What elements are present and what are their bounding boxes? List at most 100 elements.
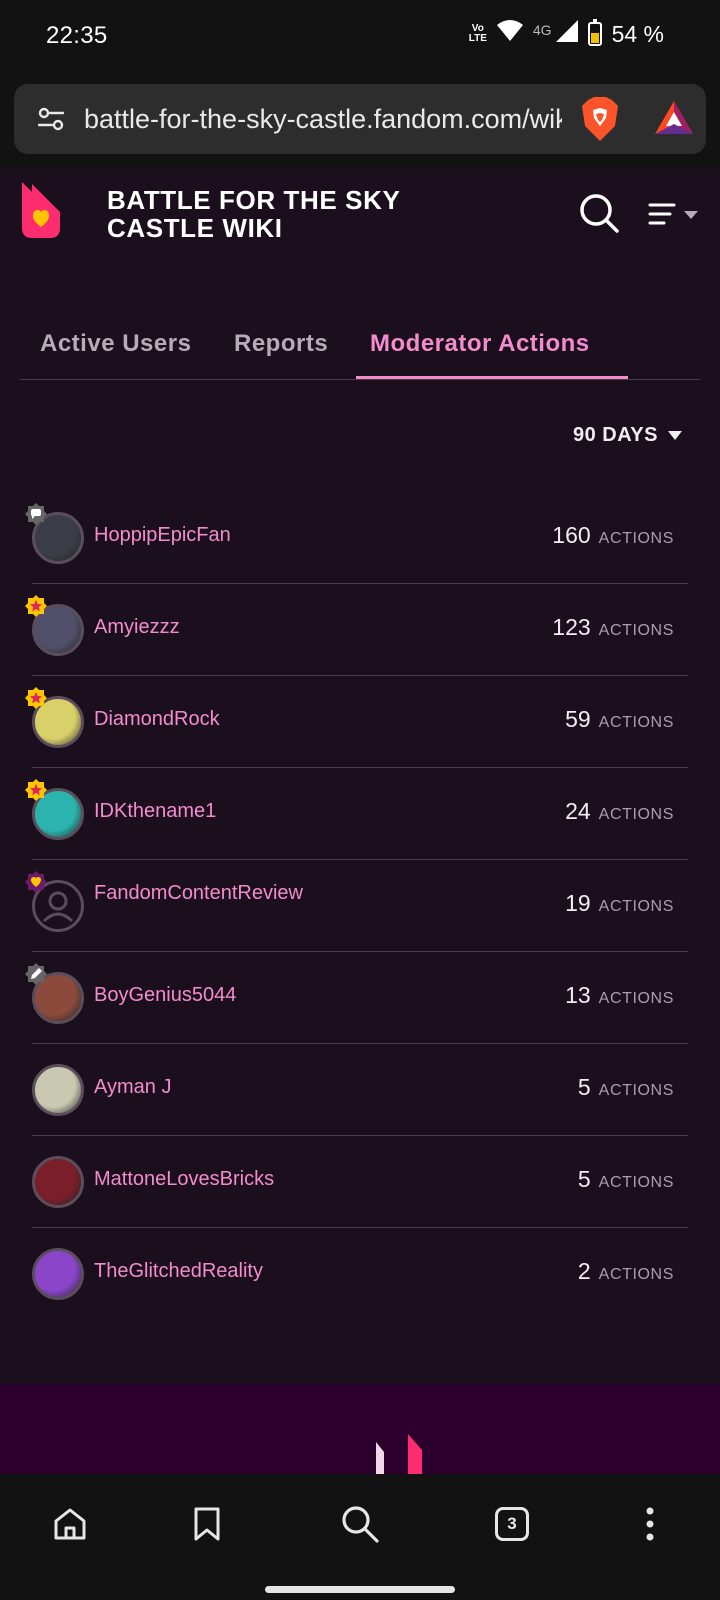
fandom-footer-logo-icon <box>372 1434 432 1479</box>
home-button[interactable] <box>40 1494 100 1554</box>
status-time: 22:35 <box>46 22 108 49</box>
action-count-number: 2 <box>577 1258 591 1284</box>
battery-icon <box>587 19 602 46</box>
username-link[interactable]: DiamondRock <box>94 706 304 732</box>
chevron-down-icon <box>684 211 698 219</box>
action-count: 19 ACTIONS <box>565 890 674 917</box>
period-label: 90 DAYS <box>572 424 658 446</box>
admin-star-icon <box>24 594 48 618</box>
more-menu-button[interactable] <box>620 1494 680 1554</box>
action-count-number: 13 <box>565 982 591 1008</box>
bookmark-icon <box>194 1507 220 1541</box>
wifi-icon <box>496 20 523 48</box>
tab-moderator-actions[interactable]: Moderator Actions <box>370 330 590 358</box>
list-item[interactable]: MattoneLovesBricks 5 ACTIONS <box>32 1136 688 1228</box>
home-icon <box>54 1508 86 1540</box>
signal-icon <box>555 20 578 48</box>
action-count-number: 24 <box>565 798 591 824</box>
list-item[interactable]: DiamondRock 59 ACTIONS <box>25 676 688 768</box>
action-count-number: 123 <box>552 614 591 640</box>
screen: 22:35 Vo LTE 4G 54 % battle-for-the-sky-c… <box>0 0 720 1600</box>
action-count-number: 5 <box>577 1074 591 1100</box>
list-item[interactable]: IDKthename1 24 ACTIONS <box>25 768 688 860</box>
gesture-bar <box>265 1586 455 1593</box>
brave-shields-icon[interactable] <box>580 96 620 147</box>
wiki-menu-button[interactable] <box>648 202 698 228</box>
username-link[interactable]: FandomContentReview <box>94 880 304 906</box>
list-item[interactable]: Ayman J 5 ACTIONS <box>32 1044 688 1136</box>
period-dropdown[interactable]: 90 DAYS <box>573 424 682 447</box>
url-text[interactable]: battle-for-the-sky-castle.fandom.com/wik… <box>84 104 562 135</box>
action-count-number: 59 <box>565 706 591 732</box>
volte-indicator: Vo LTE <box>468 23 487 44</box>
avatar[interactable] <box>32 1064 84 1116</box>
hamburger-icon <box>648 203 676 225</box>
action-count: 59 ACTIONS <box>565 706 674 733</box>
action-count-label: ACTIONS <box>598 806 674 823</box>
tab-count-badge: 3 <box>495 1507 529 1541</box>
browser-toolbar: battle-for-the-sky-castle.fandom.com/wik… <box>0 72 720 168</box>
tabs-button[interactable]: 3 <box>482 1494 542 1554</box>
action-count: 5 ACTIONS <box>578 1166 674 1193</box>
address-bar[interactable]: battle-for-the-sky-castle.fandom.com/wik… <box>14 84 706 154</box>
site-settings-icon[interactable] <box>37 106 65 137</box>
analytics-tabs: Active Users Reports Moderator Actions <box>20 312 700 380</box>
wiki-header: BATTLE FOR THE SKY CASTLE WIKI <box>0 168 720 252</box>
action-count: 123 ACTIONS <box>552 614 674 641</box>
action-count: 2 ACTIONS <box>578 1258 674 1285</box>
action-count-label: ACTIONS <box>598 1174 674 1191</box>
username-link[interactable]: Amyiezzz <box>94 614 304 640</box>
action-count-number: 19 <box>565 890 591 916</box>
action-count-label: ACTIONS <box>598 990 674 1007</box>
action-count: 160 ACTIONS <box>552 522 674 549</box>
action-count-label: ACTIONS <box>598 714 674 731</box>
active-tab-indicator <box>356 376 628 379</box>
action-count-number: 5 <box>577 1166 591 1192</box>
action-count: 24 ACTIONS <box>565 798 674 825</box>
tab-reports[interactable]: Reports <box>234 330 328 358</box>
list-item[interactable]: BoyGenius5044 13 ACTIONS <box>25 952 688 1044</box>
username-link[interactable]: HoppipEpicFan <box>94 522 304 548</box>
admin-star-icon <box>24 778 48 802</box>
username-link[interactable]: MattoneLovesBricks <box>94 1166 304 1192</box>
action-count-label: ACTIONS <box>598 622 674 639</box>
username-link[interactable]: BoyGenius5044 <box>94 982 304 1008</box>
fandom-logo-icon[interactable] <box>18 182 64 245</box>
action-count-label: ACTIONS <box>598 530 674 547</box>
search-icon[interactable] <box>578 192 620 239</box>
search-button[interactable] <box>330 1494 390 1554</box>
bookmarks-button[interactable] <box>177 1494 237 1554</box>
content-moderator-icon <box>24 962 48 986</box>
wiki-title[interactable]: BATTLE FOR THE SKY CASTLE WIKI <box>107 186 437 242</box>
list-item[interactable]: FandomContentReview 19 ACTIONS <box>25 860 688 952</box>
list-item[interactable]: HoppipEpicFan 160 ACTIONS <box>25 492 688 584</box>
battery-fill <box>590 33 599 43</box>
username-link[interactable]: IDKthename1 <box>94 798 304 824</box>
list-item[interactable]: Amyiezzz 123 ACTIONS <box>25 584 688 676</box>
list-item[interactable]: TheGlitchedReality 2 ACTIONS <box>32 1228 688 1320</box>
username-link[interactable]: Ayman J <box>94 1074 304 1100</box>
battery-percent: 54 % <box>611 20 664 47</box>
browser-bottom-bar: 3 <box>0 1474 720 1600</box>
action-count-label: ACTIONS <box>598 898 674 915</box>
more-vertical-icon <box>646 1507 654 1541</box>
search-icon <box>342 1506 379 1543</box>
action-count-label: ACTIONS <box>598 1266 674 1283</box>
action-count: 5 ACTIONS <box>578 1074 674 1101</box>
username-link[interactable]: TheGlitchedReality <box>94 1258 304 1284</box>
brave-rewards-icon[interactable] <box>654 100 694 141</box>
admin-star-icon <box>24 686 48 710</box>
action-count-label: ACTIONS <box>598 1082 674 1099</box>
chat-moderator-icon <box>24 502 48 526</box>
network-type: 4G <box>532 22 552 38</box>
status-bar: 22:35 Vo LTE 4G 54 % <box>0 0 720 72</box>
caret-down-icon <box>668 431 682 440</box>
action-count-number: 160 <box>552 522 591 548</box>
moderator-actions-list: HoppipEpicFan 160 ACTIONS Amyiezzz 123 ACTION… <box>25 492 688 1320</box>
avatar[interactable] <box>32 1156 84 1208</box>
avatar[interactable] <box>32 1248 84 1300</box>
tab-active-users[interactable]: Active Users <box>40 330 191 358</box>
action-count: 13 ACTIONS <box>565 982 674 1009</box>
fandom-footer <box>0 1384 720 1474</box>
staff-heart-icon <box>24 870 48 894</box>
